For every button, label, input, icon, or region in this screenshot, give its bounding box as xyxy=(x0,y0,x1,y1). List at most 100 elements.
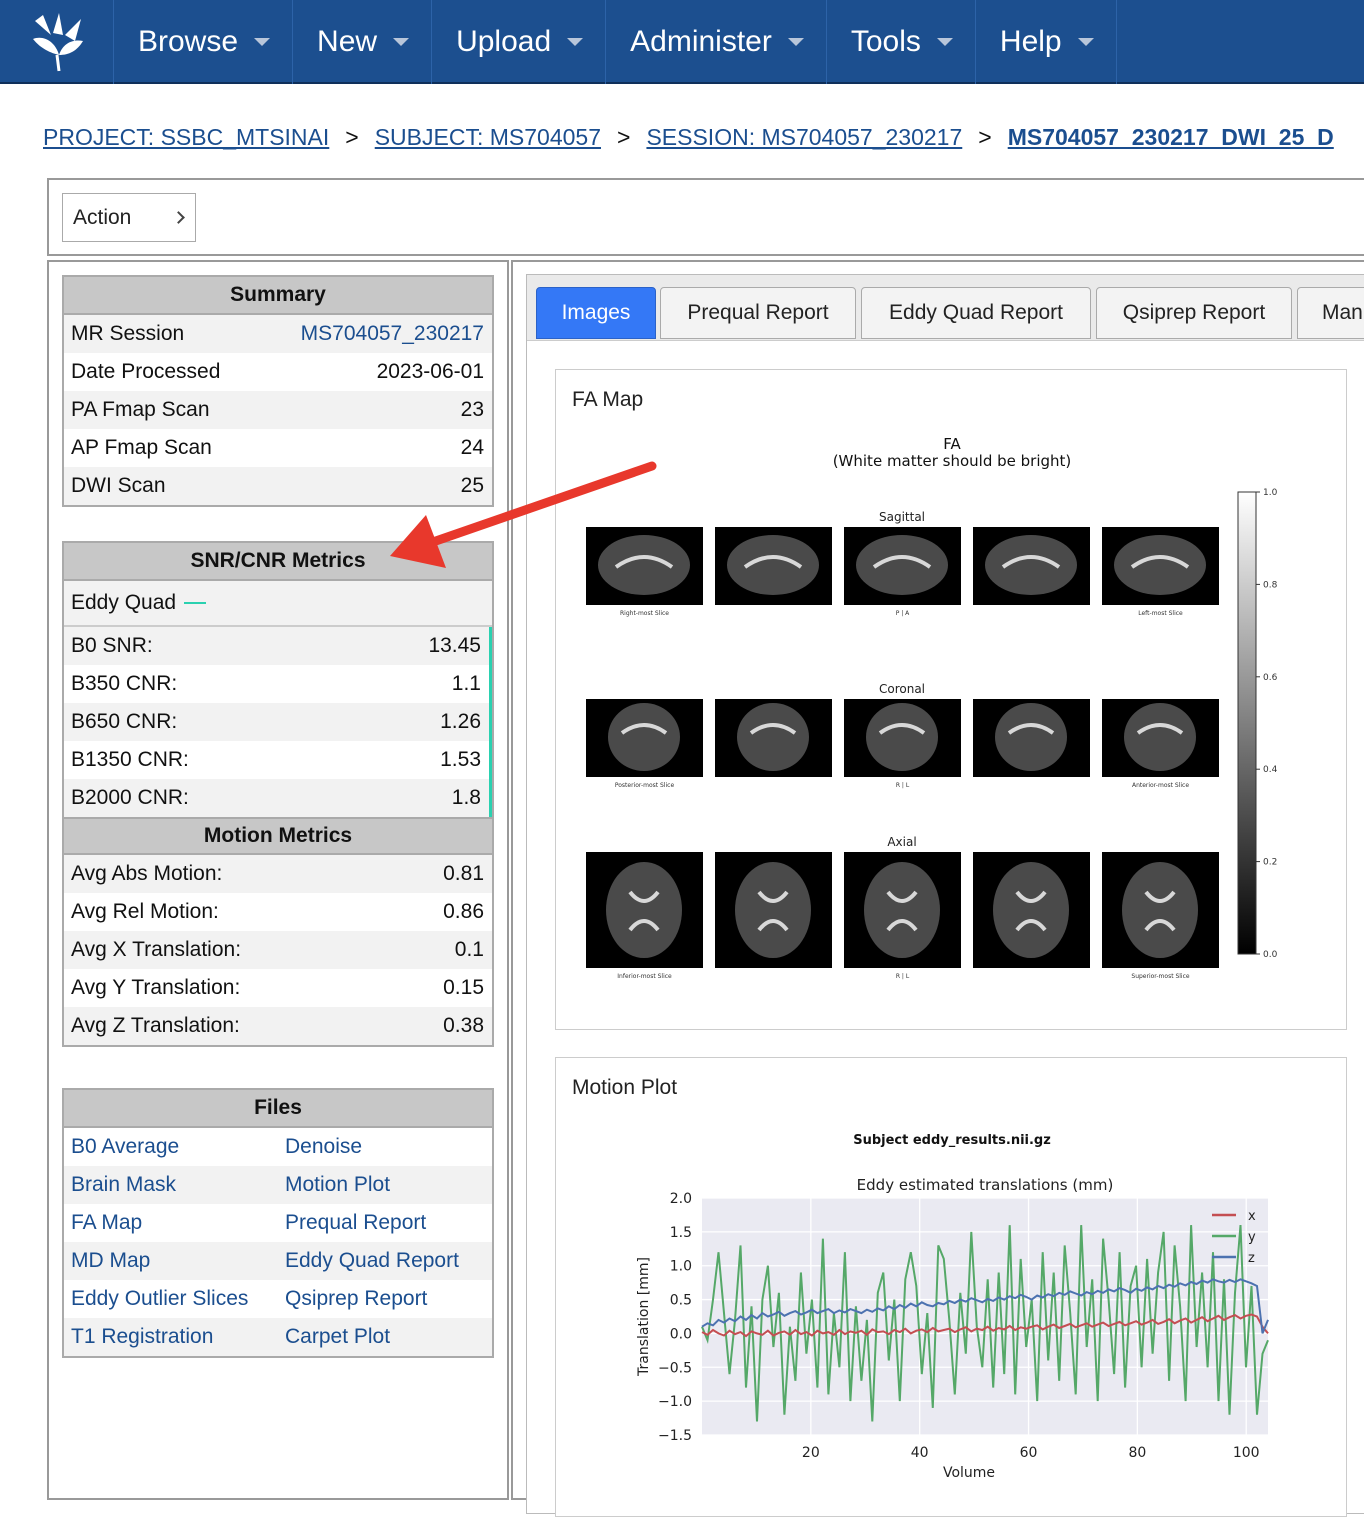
nav-administer[interactable]: Administer xyxy=(606,0,827,84)
snr-value: 1.8 xyxy=(451,786,481,809)
breadcrumb-subject[interactable]: SUBJECT: MS704057 xyxy=(375,124,601,150)
motion-row: Avg Abs Motion: 0.81 xyxy=(64,855,492,893)
y-tick-label: 1.0 xyxy=(670,1259,692,1275)
snr-value: 13.45 xyxy=(428,634,481,657)
motion-chart: Eddy estimated translations (mm) 2.0 1.5 1.… xyxy=(636,1176,1269,1481)
slice-caption: Left-most Slice xyxy=(1138,610,1183,617)
nav-help-label: Help xyxy=(999,25,1062,58)
brain-shape xyxy=(606,862,682,958)
motion-row: Avg X Translation: 0.1 xyxy=(64,931,492,969)
eddy-quad-toggle[interactable]: Eddy Quad xyxy=(64,581,492,627)
action-button[interactable]: Action xyxy=(62,193,196,242)
motion-value: 0.15 xyxy=(443,976,484,999)
nav-help[interactable]: Help xyxy=(976,0,1117,84)
motion-card-title: Motion Plot xyxy=(572,1076,678,1099)
tab-eddy-quad-report[interactable]: Eddy Quad Report xyxy=(861,287,1091,339)
fa-card-title: FA Map xyxy=(572,388,644,411)
summary-value: 24 xyxy=(460,436,484,459)
file-link[interactable]: Prequal Report xyxy=(285,1211,426,1235)
file-link[interactable]: MD Map xyxy=(71,1249,285,1273)
motion-label: Avg Z Translation: xyxy=(71,1014,240,1037)
tab-qsiprep-report[interactable]: Qsiprep Report xyxy=(1096,287,1292,339)
tab-container: Images Prequal Report Eddy Quad Report Q… xyxy=(526,274,1364,1517)
file-link[interactable]: Denoise xyxy=(285,1135,362,1159)
y-tick-label: 0.5 xyxy=(670,1293,692,1309)
slice-caption: Inferior-most Slice xyxy=(617,973,672,980)
nav-upload-label: Upload xyxy=(456,25,552,58)
brain-shape xyxy=(985,535,1077,595)
file-link[interactable]: FA Map xyxy=(71,1211,285,1235)
nav-tools-label: Tools xyxy=(850,25,921,58)
x-tick-label: 100 xyxy=(1233,1445,1260,1461)
tab-prequal-report[interactable]: Prequal Report xyxy=(660,287,856,339)
colorbar-tick-label: 0.6 xyxy=(1263,673,1278,683)
slice-caption: P | A xyxy=(896,610,910,617)
summary-row: PA Fmap Scan 23 xyxy=(64,391,492,429)
nav-browse[interactable]: Browse xyxy=(114,0,294,84)
legend-label: x xyxy=(1248,1209,1256,1224)
file-link[interactable]: B0 Average xyxy=(71,1135,285,1159)
nav-upload[interactable]: Upload xyxy=(432,0,607,84)
file-link[interactable]: T1 Registration xyxy=(71,1325,285,1349)
file-link[interactable]: Eddy Outlier Slices xyxy=(71,1287,285,1311)
breadcrumb-project[interactable]: PROJECT: SSBC_MTSINAI xyxy=(43,124,329,150)
file-link[interactable]: Motion Plot xyxy=(285,1173,390,1197)
breadcrumb-current[interactable]: MS704057_230217_DWI_25_D xyxy=(1008,124,1334,150)
summary-value: 2023-06-01 xyxy=(376,360,484,383)
xnat-logo-icon[interactable] xyxy=(0,0,114,84)
snr-row: B1350 CNR: 1.53 xyxy=(64,741,489,779)
snr-row: B2000 CNR: 1.8 xyxy=(64,779,489,817)
snr-value: 1.53 xyxy=(440,748,481,771)
file-link[interactable]: Qsiprep Report xyxy=(285,1287,427,1311)
collapse-dash-icon xyxy=(184,602,207,604)
tab-images[interactable]: Images xyxy=(536,287,656,339)
x-tick-label: 40 xyxy=(911,1445,929,1461)
breadcrumb-session[interactable]: SESSION: MS704057_230217 xyxy=(646,124,962,150)
motion-label: Avg Rel Motion: xyxy=(71,900,219,923)
snr-title: SNR/CNR Metrics xyxy=(64,543,492,581)
file-link[interactable]: Eddy Quad Report xyxy=(285,1249,459,1273)
motion-row: Avg Y Translation: 0.15 xyxy=(64,969,492,1007)
summary-label: AP Fmap Scan xyxy=(71,436,212,459)
brain-shape xyxy=(864,862,940,958)
fa-map-card: FA Map FA (White matter should be bright… xyxy=(555,369,1347,1030)
snr-value: 1.1 xyxy=(451,672,481,695)
snr-row: B650 CNR: 1.26 xyxy=(64,703,489,741)
mr-session-link[interactable]: MS704057_230217 xyxy=(301,322,484,346)
summary-title: Summary xyxy=(64,277,492,315)
file-link[interactable]: Carpet Plot xyxy=(285,1325,390,1349)
caret-down-icon xyxy=(254,38,271,46)
motion-value: 0.86 xyxy=(443,900,484,923)
files-row: T1 Registration Carpet Plot xyxy=(64,1318,492,1356)
files-row: B0 Average Denoise xyxy=(64,1128,492,1166)
motion-label: Avg X Translation: xyxy=(71,938,242,961)
breadcrumb: PROJECT: SSBC_MTSINAI > SUBJECT: MS704057 >… xyxy=(43,124,1334,151)
brain-shape xyxy=(1124,703,1196,771)
slice-caption: Right-most Slice xyxy=(620,610,669,617)
brain-shape xyxy=(856,535,948,595)
tab-manual[interactable]: Manu xyxy=(1297,287,1364,339)
caret-down-icon xyxy=(567,38,584,46)
nav-new[interactable]: New xyxy=(293,0,433,84)
nav-tools[interactable]: Tools xyxy=(827,0,976,84)
brain-shape xyxy=(995,703,1067,771)
snr-label: B2000 CNR: xyxy=(71,786,189,809)
motion-value: 0.1 xyxy=(454,938,484,961)
brain-shape xyxy=(727,535,819,595)
motion-row: Avg Rel Motion: 0.86 xyxy=(64,893,492,931)
x-tick-label: 20 xyxy=(802,1445,820,1461)
snr-label: B350 CNR: xyxy=(71,672,178,695)
y-tick-label: 1.5 xyxy=(670,1225,692,1241)
slice-caption: R | L xyxy=(896,973,910,980)
caret-down-icon xyxy=(1077,38,1094,46)
snr-label: B650 CNR: xyxy=(71,710,178,733)
legend-label: z xyxy=(1248,1251,1255,1266)
file-link[interactable]: Brain Mask xyxy=(71,1173,285,1197)
y-tick-label: −1.0 xyxy=(658,1394,692,1410)
summary-label: PA Fmap Scan xyxy=(71,398,210,421)
breadcrumb-separator: > xyxy=(617,124,631,150)
y-tick-label: 2.0 xyxy=(670,1191,692,1207)
brain-shape xyxy=(598,535,690,595)
caret-down-icon xyxy=(936,38,953,46)
slice-caption: Superior-most Slice xyxy=(1131,973,1190,980)
